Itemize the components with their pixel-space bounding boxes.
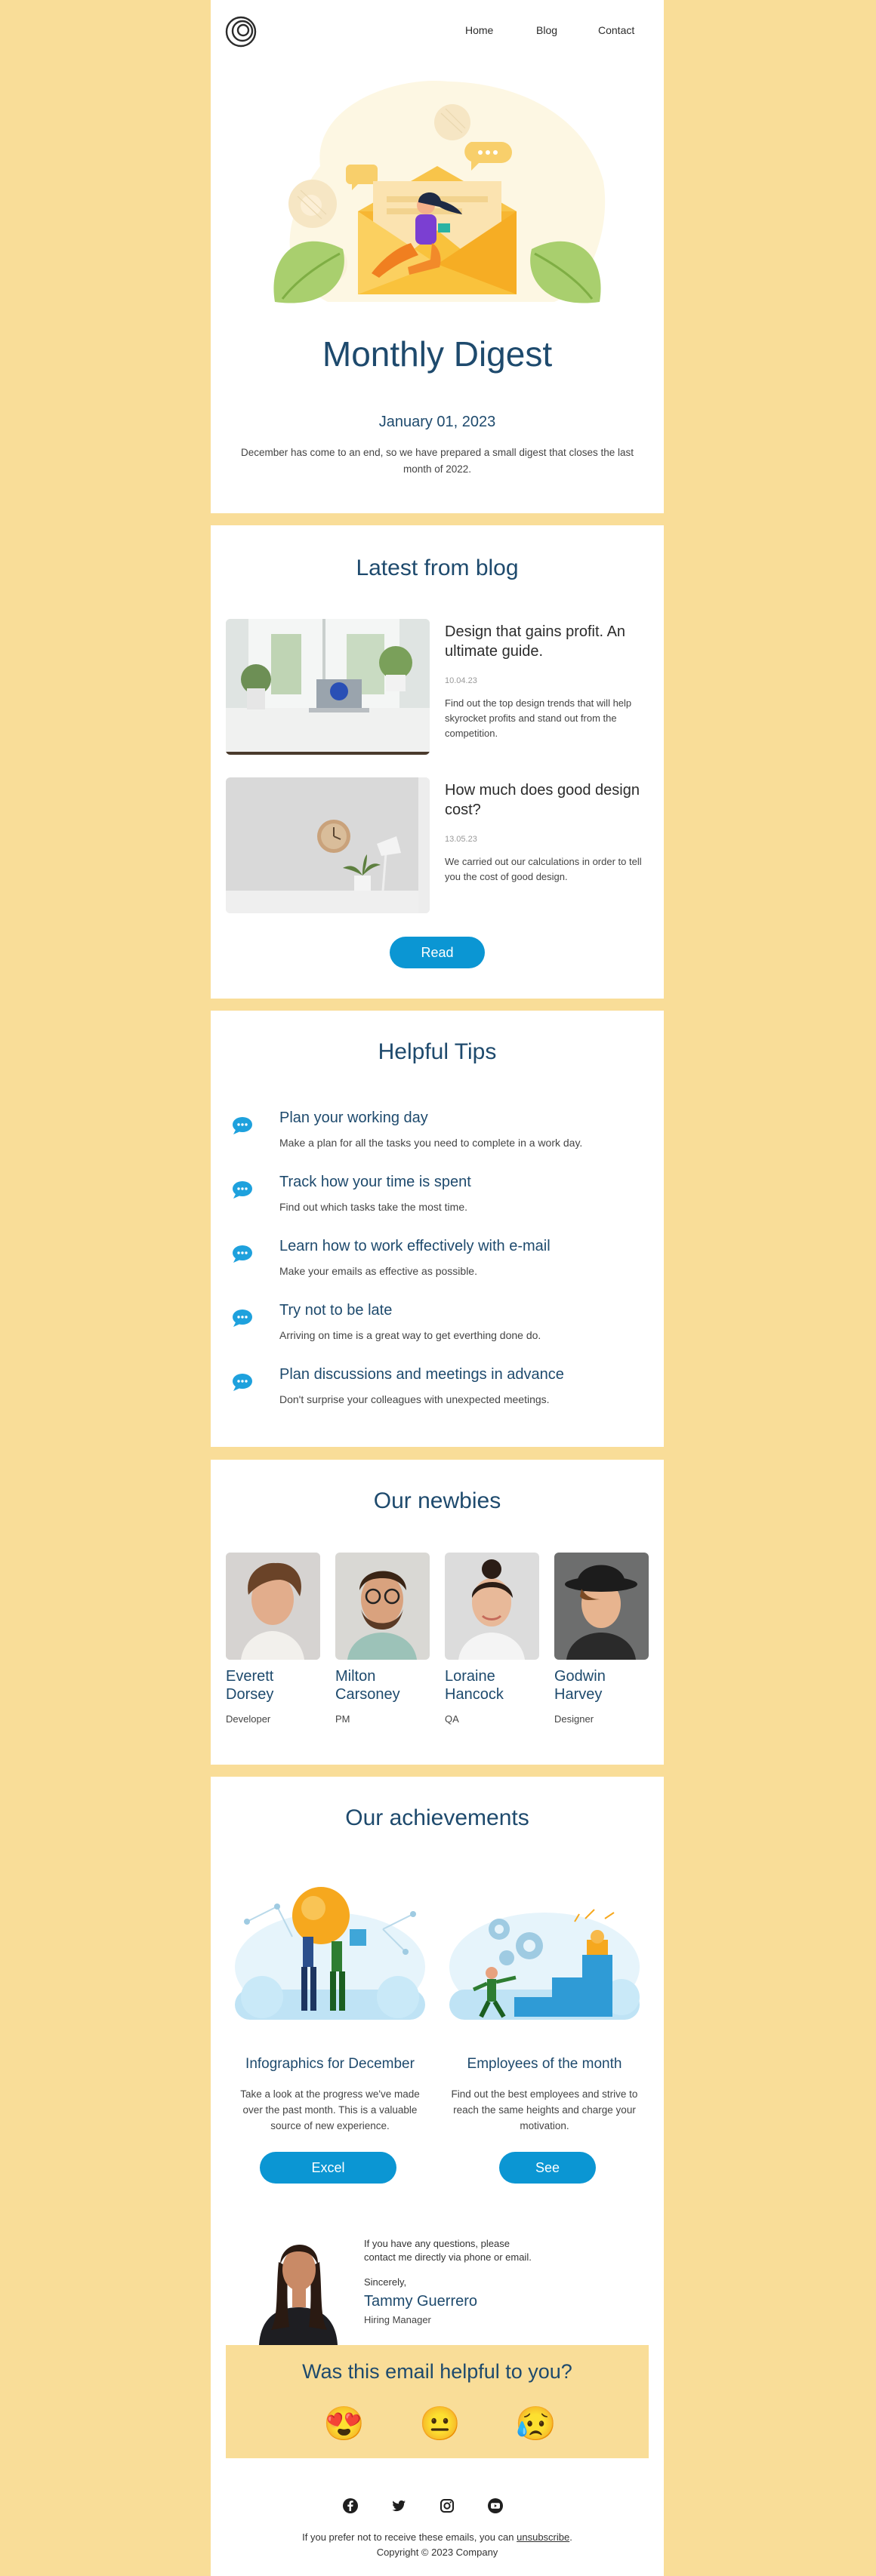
achievement-desc: Take a look at the progress we've made o… (240, 2088, 420, 2131)
page-title: Monthly Digest (322, 334, 553, 374)
newbie-first-name: Loraine (445, 1668, 495, 1685)
tip-desc: Arriving on time is a great way to get e… (279, 1329, 541, 1341)
newbie-first-name: Milton (335, 1668, 376, 1685)
nav-contact[interactable]: Contact (598, 24, 634, 36)
blog-heading: Latest from blog (356, 556, 519, 580)
tip-desc: Don't surprise your colleagues with unex… (279, 1393, 550, 1405)
newbie-last-name: Harvey (554, 1686, 603, 1703)
teamwork-illustration (235, 1887, 425, 2020)
achievement-title: Employees of the month (467, 2056, 622, 2072)
copyright: Copyright © 2023 Company (376, 2547, 498, 2558)
see-listings-button[interactable]: See listings (499, 2152, 596, 2207)
tip-desc: Make a plan for all the tasks you need t… (279, 1137, 583, 1149)
newbie-role: Developer (226, 1713, 271, 1725)
stairs-illustration (449, 1909, 640, 2020)
newbies-card: Our newbies Everett Dorsey Developer Milt… (211, 1460, 664, 1765)
digest-date: January 01, 2023 (378, 414, 496, 430)
neutral-emoji-button[interactable]: 😐 (419, 2405, 461, 2443)
signature-question-line2: contact me directly via phone or email. (364, 2251, 532, 2263)
newbie-name: Loraine Hancock (445, 1667, 504, 1703)
chat-bubble-icon (233, 1310, 252, 1327)
post-date: 13.05.23 (445, 835, 477, 844)
intro-text: December has come to an end, so we have … (240, 447, 634, 475)
unsubscribe-link[interactable]: unsubscribe (517, 2531, 569, 2543)
newbie-role: PM (335, 1713, 350, 1725)
avatar[interactable] (226, 1553, 320, 1660)
newbie-role: QA (445, 1713, 459, 1725)
post-excerpt: We carried out our calculations in order… (445, 856, 642, 882)
tip-title: Plan discussions and meetings in advance (279, 1366, 564, 1383)
signature-question-line1: If you have any questions, please (364, 2238, 510, 2249)
newbie-role: Designer (554, 1713, 594, 1725)
signature-role: Hiring Manager (364, 2314, 431, 2325)
blog-card: Latest from blog Design that gains profi… (211, 525, 664, 999)
newbie-last-name: Carsoney (335, 1686, 400, 1703)
post-excerpt: Find out the top design trends that will… (445, 697, 632, 739)
newbie-last-name: Hancock (445, 1686, 504, 1703)
hero-envelope-illustration (273, 80, 606, 303)
chat-bubble-icon (233, 1181, 252, 1199)
signature-name: Tammy Guerrero (364, 2293, 478, 2310)
signature-question: If you have any questions, please contact… (364, 2237, 532, 2264)
nav-home[interactable]: Home (465, 24, 493, 36)
love-emoji-button[interactable]: 😍 (323, 2405, 365, 2443)
newbie-first-name: Everett (226, 1668, 274, 1685)
nav-blog[interactable]: Blog (536, 24, 557, 36)
instagram-icon[interactable] (439, 2498, 455, 2514)
post-image-desk[interactable] (226, 619, 430, 755)
tip-desc: Find out which tasks take the most time. (279, 1201, 467, 1213)
achievement-title: Infographics for December (245, 2056, 415, 2072)
post-date: 10.04.23 (445, 676, 477, 685)
unsubscribe-prefix: If you prefer not to receive these email… (302, 2531, 514, 2543)
avatar[interactable] (554, 1553, 649, 1660)
sad-emoji-button[interactable]: 😥 (515, 2405, 557, 2443)
feedback-question: Was this email helpful to you? (302, 2360, 572, 2383)
chat-bubble-icon (233, 1374, 252, 1391)
newbies-heading: Our newbies (373, 1488, 501, 1513)
post-title[interactable]: Design that gains profit. An ultimate gu… (445, 622, 649, 661)
tip-desc: Make your emails as effective as possibl… (279, 1265, 477, 1277)
tips-heading: Helpful Tips (378, 1039, 497, 1064)
tip-title: Track how your time is spent (279, 1174, 471, 1190)
newbie-name: Milton Carsoney (335, 1667, 400, 1703)
tip-title: Learn how to work effectively with e-mai… (279, 1238, 551, 1254)
unsubscribe-suffix: . (569, 2531, 572, 2543)
newbie-name: Godwin Harvey (554, 1667, 606, 1703)
header-card: Home Blog Contact Monthly Digest January… (211, 0, 664, 513)
achievements-card: Our achievements Infographics for Decemb… (211, 1777, 664, 2576)
tips-card: Helpful Tips Plan your working day Make … (211, 1011, 664, 1447)
signature-sincerely: Sincerely, (364, 2276, 407, 2288)
post-image-wall[interactable] (226, 777, 430, 913)
chat-bubble-icon (233, 1117, 252, 1134)
facebook-icon[interactable] (342, 2498, 359, 2514)
manager-photo (258, 2232, 341, 2345)
newbie-last-name: Dorsey (226, 1686, 274, 1703)
unsubscribe-text: If you prefer not to receive these email… (211, 2531, 664, 2543)
excel-spreadsheet-button[interactable]: Excel spreadsheet (260, 2152, 396, 2207)
read-more-button[interactable]: Read more (390, 937, 485, 992)
tip-title: Plan your working day (279, 1109, 428, 1126)
achievement-desc: Find out the best employees and strive t… (451, 2088, 638, 2131)
newbie-first-name: Godwin (554, 1668, 606, 1685)
chat-bubble-icon (233, 1245, 252, 1263)
avatar[interactable] (335, 1553, 430, 1660)
avatar[interactable] (445, 1553, 539, 1660)
twitter-icon[interactable] (390, 2498, 407, 2514)
post-title[interactable]: How much does good design cost? (445, 780, 649, 820)
feedback-box: Was this email helpful to you? 😍 😐 😥 (226, 2345, 649, 2458)
newbie-name: Everett Dorsey (226, 1667, 273, 1703)
youtube-icon[interactable] (487, 2498, 504, 2514)
achievements-heading: Our achievements (345, 1805, 529, 1830)
tip-title: Try not to be late (279, 1302, 393, 1319)
spiral-logo[interactable] (224, 15, 258, 48)
